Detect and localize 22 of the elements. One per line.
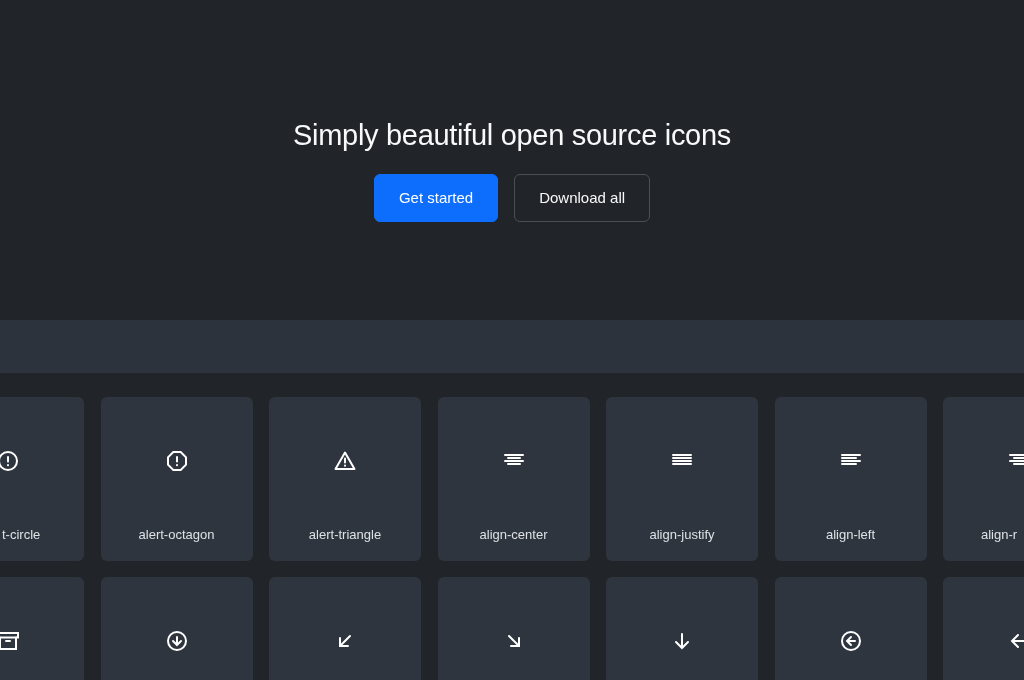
icon-card[interactable]: align-left — [774, 397, 927, 561]
icon-card[interactable]: t-circle — [0, 397, 84, 561]
icon-card[interactable]: alert-octagon — [100, 397, 253, 561]
arrow-down-circle-icon — [164, 629, 189, 653]
icon-name: align-justify — [648, 527, 716, 542]
hero-title: Simply beautiful open source icons — [293, 118, 731, 152]
alert-octagon-icon — [164, 449, 189, 473]
icon-name: align-left — [824, 527, 877, 542]
icon-name: align-center — [478, 527, 549, 542]
icon-card[interactable]: align-center — [437, 397, 590, 561]
icon-name: t-circle — [2, 527, 41, 542]
icon-name: align-r — [981, 527, 1018, 542]
icon-name: alert-octagon — [137, 527, 216, 542]
archive-icon — [0, 629, 20, 653]
arrow-left-circle-icon — [838, 629, 863, 653]
icon-card[interactable]: align-justify — [606, 397, 758, 561]
get-started-button[interactable]: Get started — [373, 173, 499, 222]
icon-card[interactable]: alert-triangle — [269, 397, 421, 561]
warning-icon — [333, 449, 357, 473]
icon-card[interactable]: align-r — [943, 397, 1024, 561]
download-button[interactable]: Download all — [514, 173, 651, 222]
icon-name: alert-triangle — [307, 527, 383, 542]
